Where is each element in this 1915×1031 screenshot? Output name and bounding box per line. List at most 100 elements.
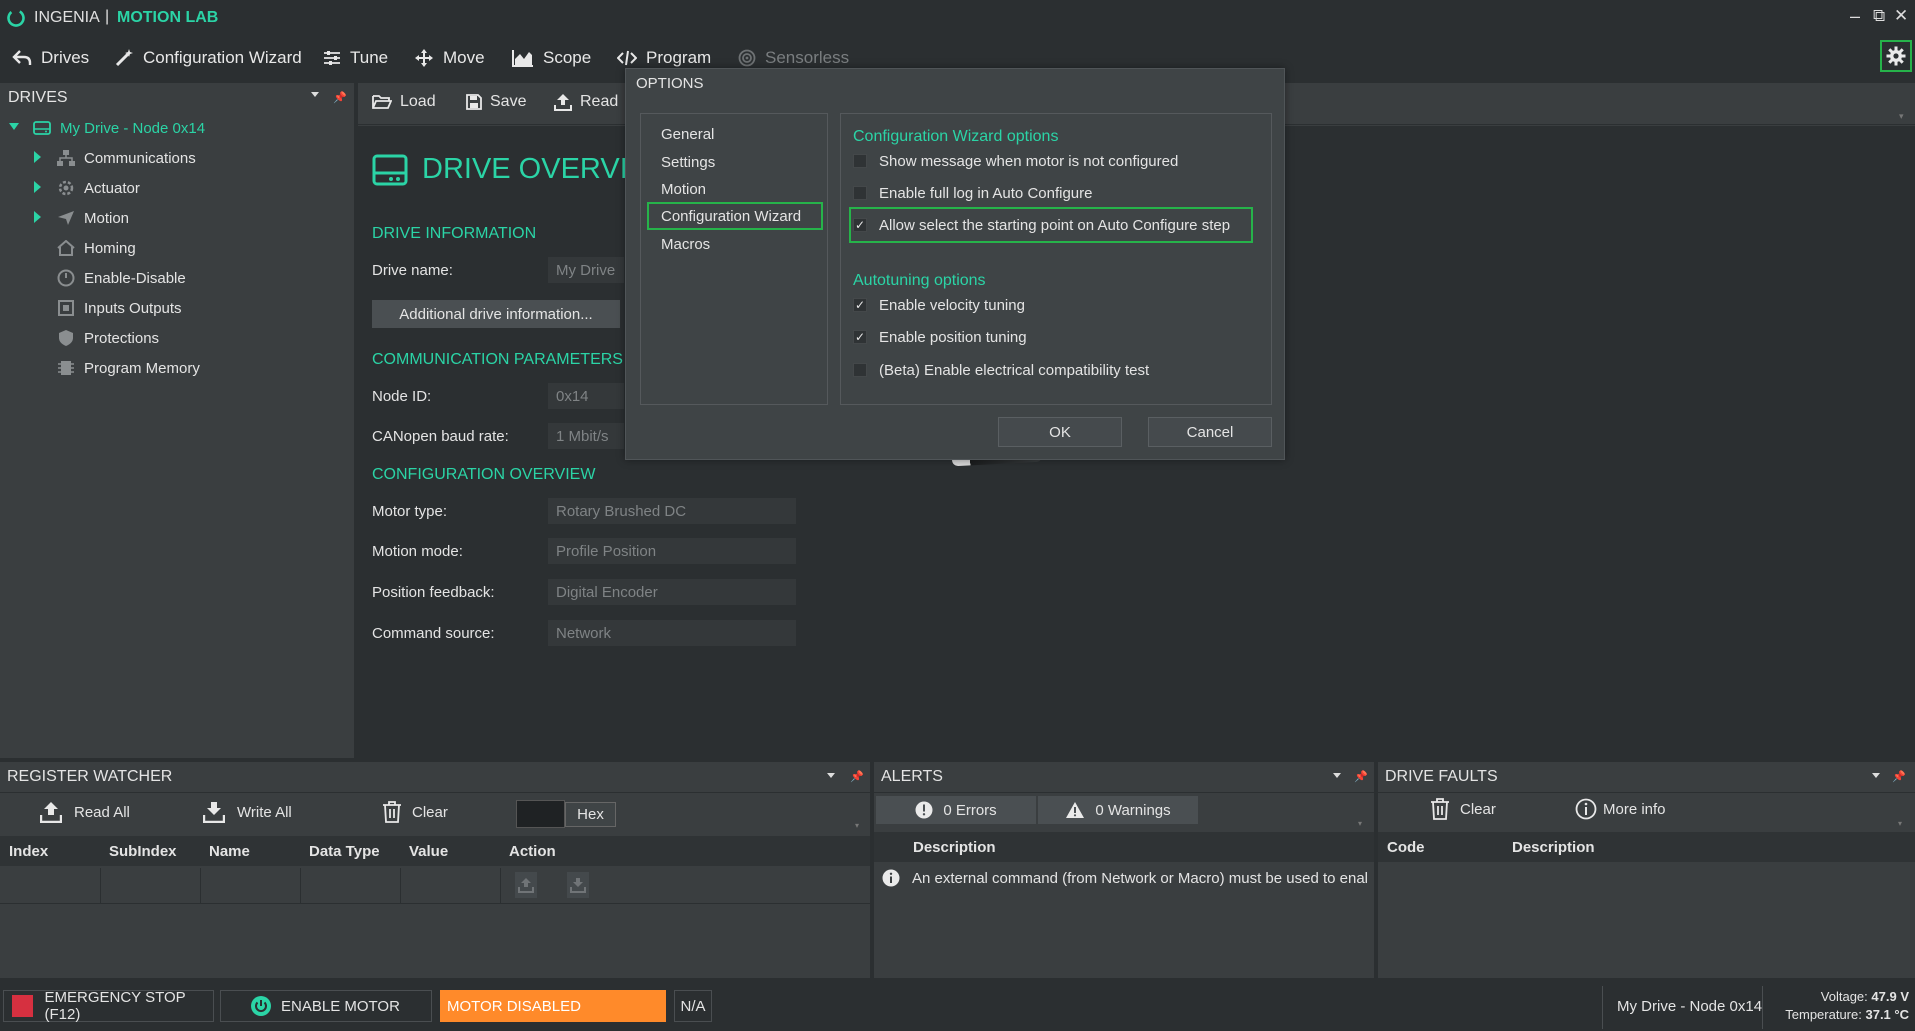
expand-caret-icon[interactable] [34, 151, 41, 163]
close-button[interactable]: ✕ [1894, 6, 1908, 26]
errors-filter-button[interactable]: 0 Errors [876, 796, 1036, 824]
drive-name-field[interactable]: My Drive [548, 257, 624, 283]
overflow-icon[interactable]: ▾ [855, 821, 859, 830]
checkbox[interactable] [853, 154, 867, 168]
checkbox[interactable] [853, 363, 867, 377]
ingenia-logo-icon [6, 8, 26, 28]
save-button[interactable]: Save [466, 93, 526, 111]
configuration-wizard-button[interactable]: Configuration Wizard [114, 36, 302, 80]
column-description: Description [913, 838, 996, 856]
nav-item-settings[interactable]: Settings [647, 148, 823, 176]
dropdown-icon[interactable] [311, 92, 319, 97]
read-button[interactable]: Read [554, 93, 618, 111]
option-position-tuning[interactable]: ✓ Enable position tuning [853, 323, 1027, 351]
voltage-value: 47.9 V [1871, 989, 1909, 1004]
tree-item-label: Inputs Outputs [84, 299, 182, 317]
row-read-button[interactable] [515, 872, 537, 898]
status-drive-name: My Drive - Node 0x14 [1617, 998, 1763, 1015]
pin-icon[interactable]: 📌 [1892, 770, 1906, 783]
motion-mode-field: Profile Position [548, 538, 796, 564]
nav-item-motion[interactable]: Motion [647, 175, 823, 203]
tree-item-inputs-outputs[interactable]: Inputs Outputs [57, 295, 182, 321]
nav-item-macros[interactable]: Macros [647, 230, 823, 258]
enable-motor-button[interactable]: ENABLE MOTOR [220, 990, 432, 1022]
list-item[interactable]: An external command (from Network or Mac… [874, 864, 1374, 892]
read-all-button[interactable]: Read All [40, 801, 130, 823]
checkbox[interactable] [853, 186, 867, 200]
option-label: Allow select the starting point on Auto … [879, 216, 1231, 234]
pin-icon[interactable]: 📌 [333, 91, 347, 104]
tree-item-homing[interactable]: Homing [57, 235, 136, 261]
tree-item-communications[interactable]: Communications [57, 145, 196, 171]
minimize-button[interactable]: – [1850, 6, 1860, 27]
dropdown-icon[interactable] [1872, 773, 1880, 778]
option-velocity-tuning[interactable]: ✓ Enable velocity tuning [853, 291, 1025, 319]
additional-drive-info-button[interactable]: Additional drive information... [372, 300, 620, 328]
row-write-button[interactable] [567, 872, 589, 898]
dialog-title: OPTIONS [636, 75, 704, 92]
settings-button[interactable] [1880, 40, 1912, 72]
move-label: Move [443, 48, 485, 67]
pin-icon[interactable]: 📌 [1354, 770, 1368, 783]
option-electrical-test[interactable]: (Beta) Enable electrical compatibility t… [853, 356, 1149, 384]
checkbox-checked[interactable]: ✓ [853, 218, 867, 232]
expand-caret-icon[interactable] [34, 181, 41, 193]
checkbox-checked[interactable]: ✓ [853, 330, 867, 344]
checkbox-checked[interactable]: ✓ [853, 298, 867, 312]
motor-status-badge: MOTOR DISABLED [440, 990, 666, 1022]
overflow-icon[interactable]: ▾ [1358, 819, 1362, 828]
ok-button[interactable]: OK [998, 417, 1122, 447]
move-arrows-icon [414, 48, 434, 68]
read-all-label: Read All [74, 803, 130, 821]
power-icon [250, 995, 272, 1017]
option-show-message[interactable]: Show message when motor is not configure… [853, 147, 1178, 175]
tune-button[interactable]: Tune [323, 36, 388, 80]
motor-type-label: Motor type: [372, 503, 448, 520]
pin-icon[interactable]: 📌 [850, 770, 864, 783]
option-starting-point[interactable]: ✓ Allow select the starting point on Aut… [853, 211, 1230, 239]
column-data-type: Data Type [309, 842, 380, 860]
tree-item-program-memory[interactable]: Program Memory [57, 355, 200, 381]
drive-node-item[interactable]: My Drive - Node 0x14 [33, 115, 205, 141]
hex-label[interactable]: Hex [565, 802, 616, 827]
nav-item-configuration-wizard[interactable]: Configuration Wizard [647, 202, 823, 230]
options-nav: General Settings Motion Configuration Wi… [640, 113, 828, 405]
clear-button[interactable]: Clear [382, 801, 448, 823]
dropdown-icon[interactable] [827, 773, 835, 778]
move-button[interactable]: Move [414, 36, 485, 80]
title-bar: INGENIA | MOTION LAB – ⧉ ✕ [0, 0, 1915, 36]
save-icon [466, 94, 482, 110]
options-dialog: OPTIONS General Settings Motion Configur… [625, 68, 1285, 460]
drives-button[interactable]: Drives [12, 36, 89, 80]
scope-button[interactable]: Scope [512, 36, 591, 80]
drive-node-label: My Drive - Node 0x14 [60, 119, 206, 137]
tree-item-protections[interactable]: Protections [57, 325, 159, 351]
overflow-icon[interactable]: ▾ [1898, 819, 1902, 828]
warnings-filter-button[interactable]: 0 Warnings [1038, 796, 1198, 824]
code-icon [617, 50, 637, 66]
register-watcher-panel: REGISTER WATCHER 📌 Read All Write All Cl… [0, 762, 870, 978]
dropdown-icon[interactable] [1333, 773, 1341, 778]
shield-icon [57, 329, 75, 347]
wizard-options-header: Configuration Wizard options [853, 128, 1059, 145]
hex-toggle[interactable] [516, 800, 565, 828]
baud-rate-label: CANopen baud rate: [372, 428, 509, 445]
tree-item-actuator[interactable]: Actuator [57, 175, 140, 201]
enable-motor-label: ENABLE MOTOR [281, 997, 400, 1015]
write-all-button[interactable]: Write All [203, 801, 292, 823]
more-info-button[interactable]: More info [1575, 798, 1666, 820]
option-full-log[interactable]: Enable full log in Auto Configure [853, 179, 1092, 207]
tree-item-motion[interactable]: Motion [57, 205, 129, 231]
cancel-button[interactable]: Cancel [1148, 417, 1272, 447]
alerts-title: ALERTS [881, 768, 943, 785]
overflow-icon[interactable]: ▾ [1899, 111, 1904, 122]
restore-button[interactable]: ⧉ [1873, 6, 1885, 26]
load-button[interactable]: Load [372, 93, 436, 111]
expand-caret-icon[interactable] [9, 123, 19, 130]
tree-item-enable-disable[interactable]: Enable-Disable [57, 265, 186, 291]
expand-caret-icon[interactable] [34, 211, 41, 223]
emergency-stop-button[interactable]: EMERGENCY STOP (F12) [3, 989, 214, 1023]
nav-item-general[interactable]: General [647, 120, 823, 148]
status-bar: EMERGENCY STOP (F12) ENABLE MOTOR MOTOR … [0, 984, 1915, 1031]
faults-clear-button[interactable]: Clear [1430, 798, 1496, 820]
